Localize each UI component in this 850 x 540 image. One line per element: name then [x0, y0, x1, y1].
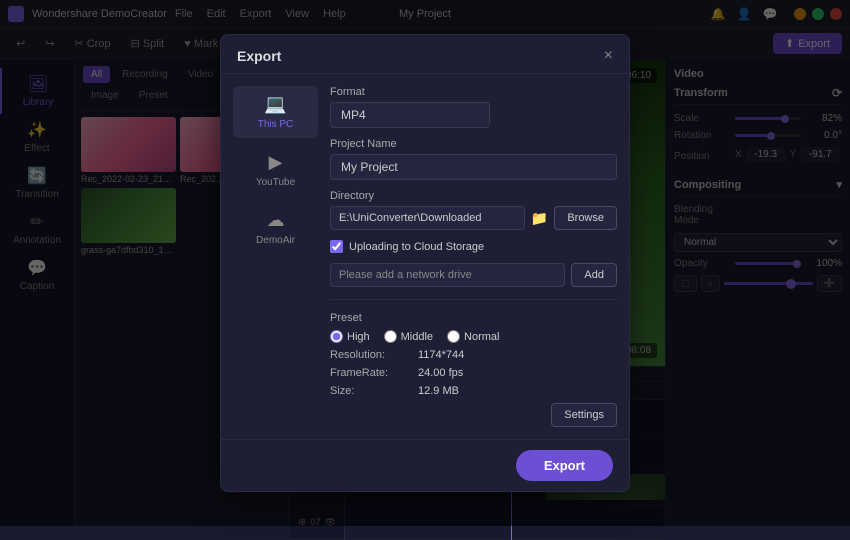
modal-export-button[interactable]: Export	[516, 450, 613, 481]
format-field: Format MP4 AVI MOV	[330, 86, 617, 128]
directory-field: Directory 📁 Browse	[330, 190, 617, 230]
browse-button[interactable]: Browse	[554, 206, 617, 230]
modal-destinations: 💻 This PC ▶ YouTube ☁ DemoAir	[233, 86, 318, 427]
dest-demoair[interactable]: ☁ DemoAir	[233, 202, 318, 254]
radio-normal[interactable]	[447, 330, 460, 343]
cloud-row: Please add a network drive Add	[330, 263, 617, 287]
directory-label: Directory	[330, 190, 617, 202]
format-select[interactable]: MP4 AVI MOV	[330, 102, 490, 128]
modal-title: Export	[237, 48, 281, 64]
size-value: 12.9 MB	[418, 385, 459, 397]
modal-body: 💻 This PC ▶ YouTube ☁ DemoAir Format	[221, 74, 629, 439]
modal-main-content: Format MP4 AVI MOV Project Name	[330, 86, 617, 427]
youtube-icon: ▶	[269, 152, 283, 173]
resolution-value: 1174*744	[418, 349, 464, 361]
add-button[interactable]: Add	[571, 263, 617, 287]
size-label: Size:	[330, 385, 410, 397]
preset-label: Preset	[330, 312, 617, 324]
settings-button[interactable]: Settings	[551, 403, 617, 427]
format-label: Format	[330, 86, 617, 98]
preset-middle[interactable]: Middle	[384, 330, 433, 343]
directory-input[interactable]	[330, 206, 525, 230]
modal-close-button[interactable]: ×	[604, 47, 613, 65]
framerate-label: FrameRate:	[330, 367, 410, 379]
directory-row: 📁 Browse	[330, 206, 617, 230]
dest-pc-label: This PC	[258, 119, 294, 130]
dest-youtube-label: YouTube	[256, 177, 295, 188]
radio-middle-label: Middle	[401, 331, 433, 343]
project-name-input[interactable]	[330, 154, 617, 180]
modal-header: Export ×	[221, 35, 629, 74]
upload-row: Uploading to Cloud Storage	[330, 240, 617, 253]
resolution-row: Resolution: 1174*744	[330, 349, 617, 361]
upload-label: Uploading to Cloud Storage	[349, 241, 484, 253]
preset-high[interactable]: High	[330, 330, 370, 343]
modal-footer: Export	[221, 439, 629, 491]
preset-row: High Middle Normal	[330, 330, 617, 343]
radio-high[interactable]	[330, 330, 343, 343]
format-row: MP4 AVI MOV	[330, 102, 617, 128]
divider	[330, 299, 617, 300]
dest-youtube[interactable]: ▶ YouTube	[233, 144, 318, 196]
framerate-value: 24.00 fps	[418, 367, 463, 379]
radio-normal-label: Normal	[464, 331, 499, 343]
dest-demoair-label: DemoAir	[256, 235, 295, 246]
export-modal: Export × 💻 This PC ▶ YouTube ☁ DemoAir	[220, 34, 630, 492]
cloud-icon: ☁	[267, 210, 285, 231]
size-row: Size: 12.9 MB	[330, 385, 617, 397]
dest-this-pc[interactable]: 💻 This PC	[233, 86, 318, 138]
project-name-label: Project Name	[330, 138, 617, 150]
upload-checkbox[interactable]	[330, 240, 343, 253]
radio-high-label: High	[347, 331, 370, 343]
resolution-label: Resolution:	[330, 349, 410, 361]
project-name-field: Project Name	[330, 138, 617, 180]
framerate-row: FrameRate: 24.00 fps	[330, 367, 617, 379]
folder-icon[interactable]: 📁	[531, 210, 548, 227]
preset-section: Preset High Middle Normal	[330, 312, 617, 427]
cloud-select[interactable]: Please add a network drive	[330, 263, 565, 287]
radio-middle[interactable]	[384, 330, 397, 343]
pc-icon: 💻	[264, 94, 286, 115]
modal-overlay: Export × 💻 This PC ▶ YouTube ☁ DemoAir	[0, 0, 850, 526]
preset-normal[interactable]: Normal	[447, 330, 499, 343]
